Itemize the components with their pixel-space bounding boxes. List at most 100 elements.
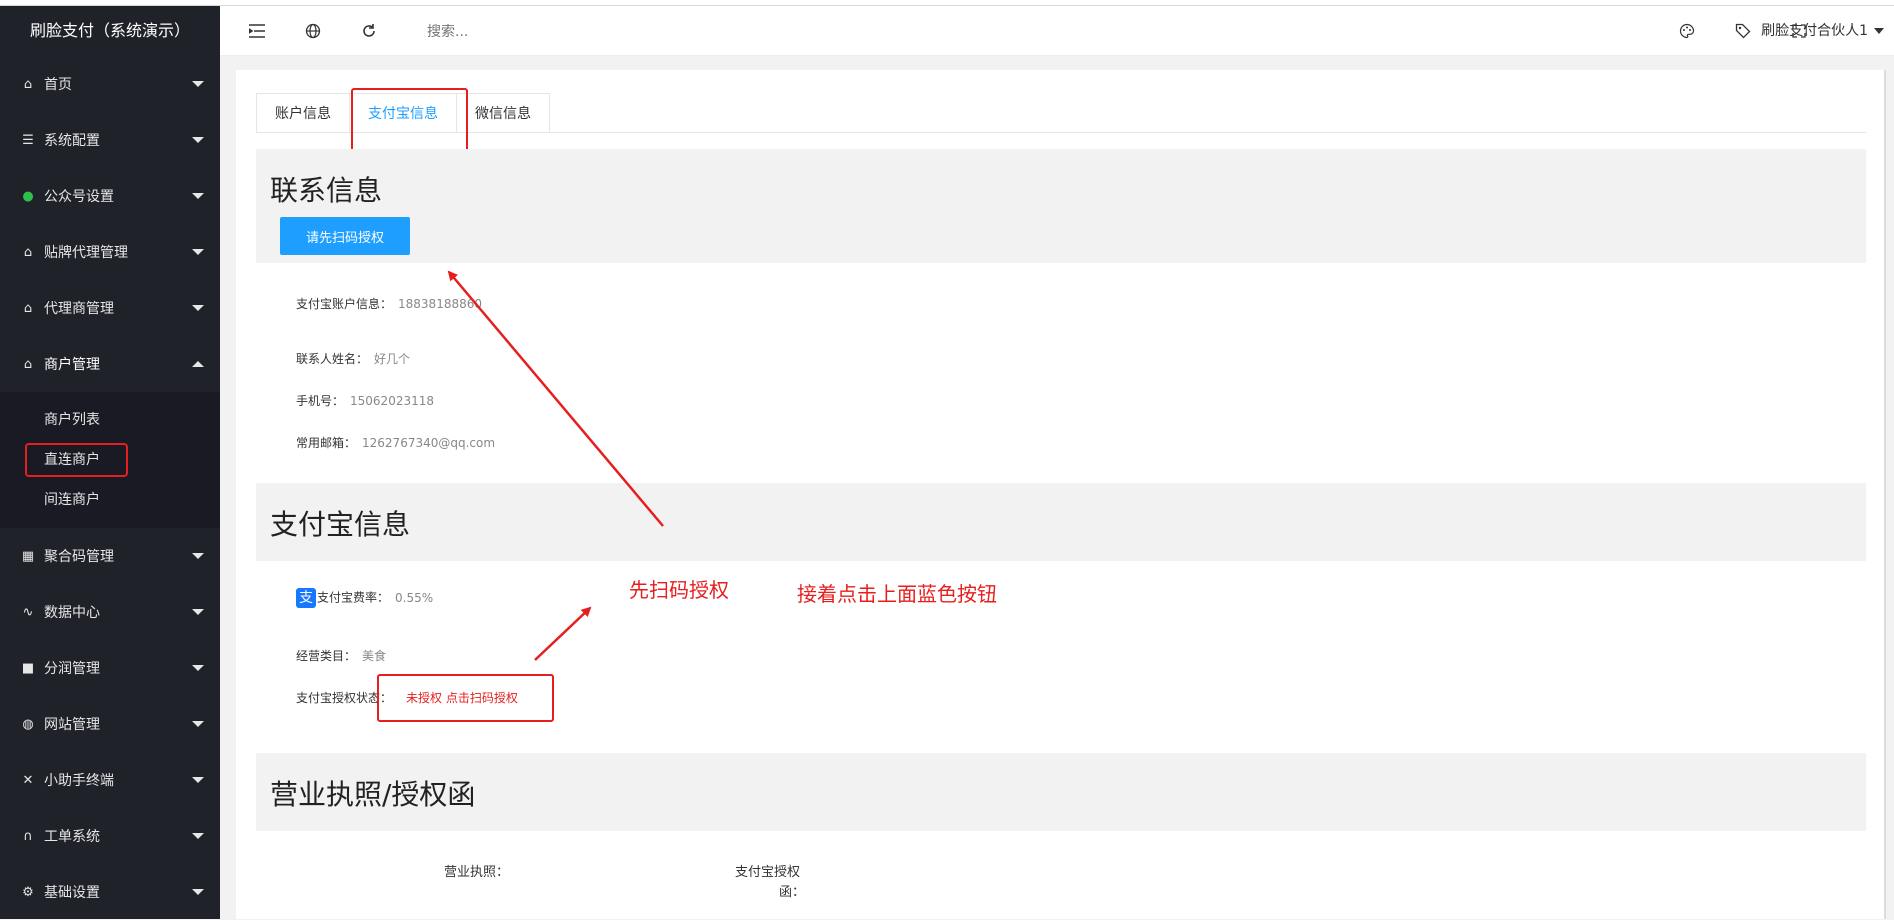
sidebar-item-official-account[interactable]: ● 公众号设置: [0, 168, 220, 224]
tab-account-info[interactable]: 账户信息: [256, 93, 349, 133]
chevron-down-icon: [192, 137, 204, 143]
license-section-title: 营业执照/授权函: [270, 778, 476, 811]
auth-status-highlight-box: [377, 674, 554, 722]
chevron-down-icon: [192, 553, 204, 559]
field-label: 常用邮箱：: [296, 436, 357, 450]
qrcode-icon: ▦: [21, 548, 35, 564]
home-icon: ⌂: [23, 300, 33, 316]
email-field: 常用邮箱： 1262767340@qq.com: [296, 434, 495, 451]
chevron-down-icon: [192, 889, 204, 895]
sidebar-item-system-config[interactable]: ☰ 系统配置: [0, 112, 220, 168]
caret-down-icon: [1874, 28, 1884, 34]
home-icon: ⌂: [23, 76, 33, 92]
contact-section-header: 联系信息 请先扫码授权: [256, 149, 1866, 263]
contact-name-field: 联系人姓名： 好几个: [296, 350, 410, 367]
sidebar-item-label: 网站管理: [44, 717, 100, 733]
chevron-down-icon: [192, 609, 204, 615]
chevron-down-icon: [192, 777, 204, 783]
chevron-down-icon: [192, 305, 204, 311]
sidebar: 刷脸支付（系统演示） ⌂ 首页 ☰ 系统配置 ● 公众号设置 ⌂ 贴牌代理管理 …: [0, 6, 220, 919]
field-label: 支付宝账户信息：: [296, 297, 393, 311]
sidebar-item-oem-agent[interactable]: ⌂ 贴牌代理管理: [0, 224, 220, 280]
sidebar-item-label: 聚合码管理: [44, 549, 114, 565]
tag-icon[interactable]: [1732, 20, 1754, 42]
user-name: 刷脸支付合伙人1: [1761, 23, 1868, 39]
sidebar-subitem-merchant-list[interactable]: 商户列表: [0, 400, 220, 440]
sidebar-menu: ⌂ 首页 ☰ 系统配置 ● 公众号设置 ⌂ 贴牌代理管理 ⌂ 代理商管理 ⌂ 商…: [0, 56, 220, 920]
sidebar-item-data-center[interactable]: ∿ 数据中心: [0, 584, 220, 640]
sidebar-subitem-indirect-merchant[interactable]: 间连商户: [0, 480, 220, 520]
license-section-header: 营业执照/授权函: [256, 753, 1866, 831]
globe-icon: ◍: [22, 716, 34, 732]
search-input[interactable]: [425, 20, 629, 44]
sidebar-item-label: 小助手终端: [44, 773, 114, 789]
menu-collapse-icon[interactable]: [246, 20, 268, 42]
sidebar-item-label: 系统配置: [44, 133, 100, 149]
theme-palette-icon[interactable]: [1676, 20, 1698, 42]
scrollbar[interactable]: [1884, 70, 1886, 919]
sidebar-item-label: 工单系统: [44, 829, 100, 845]
annotation-then-click: 接着点击上面蓝色按钮: [797, 582, 997, 606]
alipay-section-title: 支付宝信息: [270, 508, 411, 541]
sidebar-item-label: 首页: [44, 77, 72, 93]
field-label: 手机号：: [296, 394, 345, 408]
app-title: 刷脸支付（系统演示）: [0, 6, 220, 56]
sidebar-subitem-direct-merchant[interactable]: 直连商户: [0, 440, 220, 480]
globe-icon[interactable]: [302, 20, 324, 42]
tab-wechat-info[interactable]: 微信信息: [456, 93, 550, 133]
scan-authorize-button[interactable]: 请先扫码授权: [280, 217, 410, 255]
field-value: 15062023118: [350, 394, 434, 408]
sidebar-item-assistant-terminal[interactable]: ✕ 小助手终端: [0, 752, 220, 808]
tools-icon: ✕: [22, 772, 34, 788]
sidebar-item-website[interactable]: ◍ 网站管理: [0, 696, 220, 752]
field-value: 0.55%: [395, 590, 434, 605]
home-icon: ⌂: [23, 356, 33, 372]
sidebar-item-label: 数据中心: [44, 605, 100, 621]
auth-letter-label-line2: 函：: [779, 885, 806, 900]
sidebar-item-home[interactable]: ⌂ 首页: [0, 56, 220, 112]
sidebar-item-label: 公众号设置: [44, 189, 114, 205]
field-label: 经营类目：: [296, 649, 357, 663]
chevron-up-icon: [192, 361, 204, 367]
contact-section-title: 联系信息: [270, 174, 383, 207]
merchant-submenu: 商户列表 直连商户 间连商户: [0, 392, 220, 528]
field-value: 1262767340@qq.com: [362, 436, 496, 450]
sidebar-item-ticket-system[interactable]: ∩ 工单系统: [0, 808, 220, 864]
sidebar-item-basic-settings[interactable]: ⚙ 基础设置: [0, 864, 220, 920]
wechat-icon: ●: [22, 188, 34, 204]
sidebar-item-profit-share[interactable]: ■ 分润管理: [0, 640, 220, 696]
headset-icon: ∩: [23, 828, 33, 844]
sidebar-item-label: 代理商管理: [44, 301, 114, 317]
comment-icon: ■: [21, 660, 35, 676]
top-header: 刷脸支付合伙人1: [220, 6, 1894, 56]
sidebar-item-label: 基础设置: [44, 885, 100, 901]
home-icon: ⌂: [23, 244, 33, 260]
sidebar-item-aggregate-code[interactable]: ▦ 聚合码管理: [0, 528, 220, 584]
business-category-field: 经营类目： 美食: [296, 647, 386, 664]
tab-underline: [256, 132, 1866, 133]
chevron-down-icon: [192, 193, 204, 199]
auth-letter-label-line1: 支付宝授权: [735, 865, 801, 880]
field-value: 18838188860: [398, 297, 482, 311]
chevron-down-icon: [192, 721, 204, 727]
user-menu[interactable]: 刷脸支付合伙人1: [1761, 6, 1884, 56]
chevron-down-icon: [192, 665, 204, 671]
field-label: 支付宝费率：: [317, 590, 390, 605]
chevron-down-icon: [192, 249, 204, 255]
phone-field: 手机号： 15062023118: [296, 392, 434, 409]
sidebar-item-label: 分润管理: [44, 661, 100, 677]
tab-highlight-box: [351, 88, 468, 156]
chevron-down-icon: [192, 81, 204, 87]
chevron-down-icon: [192, 833, 204, 839]
gear-icon: ⚙: [22, 884, 34, 900]
alipay-section-header: 支付宝信息: [256, 483, 1866, 561]
sidebar-item-label: 商户管理: [44, 357, 100, 373]
alipay-logo-icon: 支: [296, 588, 316, 608]
sidebar-item-merchant[interactable]: ⌂ 商户管理: [0, 336, 220, 392]
alipay-account-field: 支付宝账户信息： 18838188860: [296, 295, 482, 312]
annotation-scan-first: 先扫码授权: [629, 578, 729, 602]
field-value: 好几个: [374, 352, 411, 366]
refresh-icon[interactable]: [358, 20, 380, 42]
field-value: 美食: [362, 649, 387, 663]
sidebar-item-agent[interactable]: ⌂ 代理商管理: [0, 280, 220, 336]
